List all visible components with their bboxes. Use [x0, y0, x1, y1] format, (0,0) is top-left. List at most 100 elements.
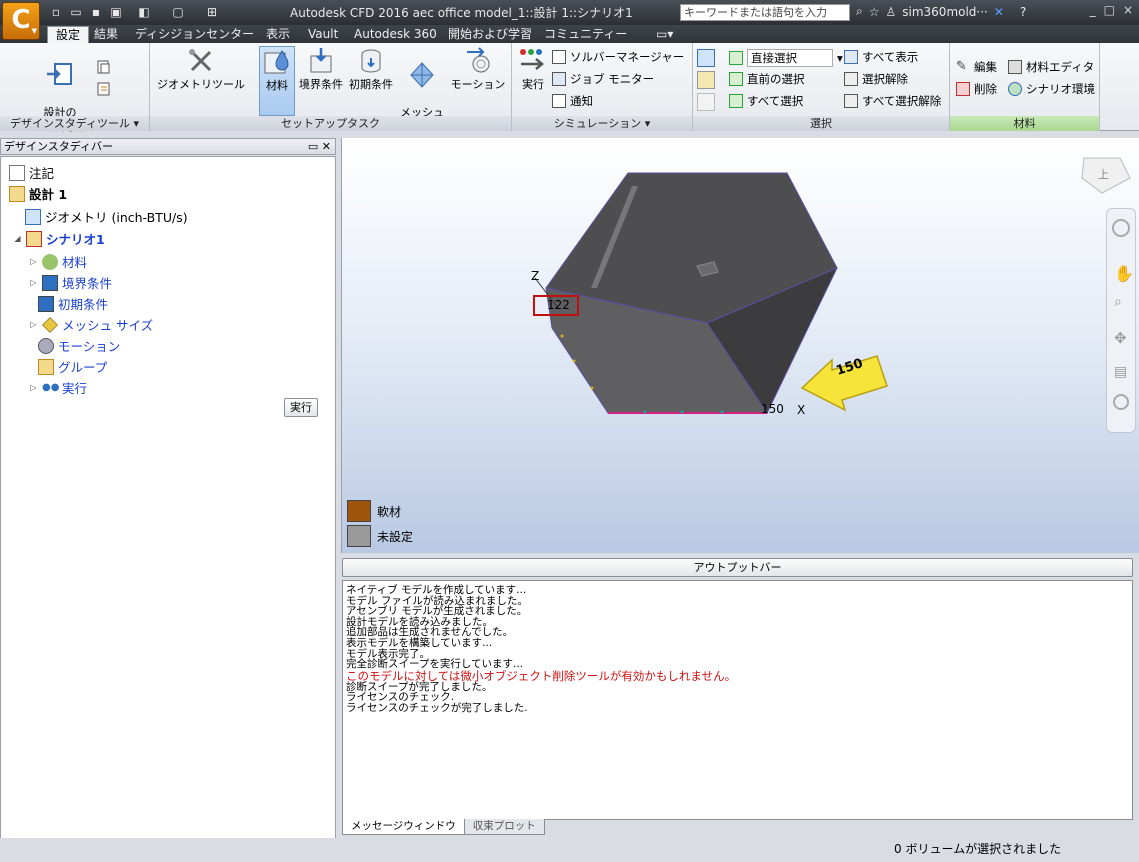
select-volume-icon[interactable]: [697, 49, 715, 67]
tab-autodesk-360[interactable]: Autodesk 360: [346, 26, 445, 43]
material-editor-button[interactable]: 材料エディタ: [1008, 59, 1094, 75]
mesh-icon: [42, 316, 58, 333]
collapse-arrow-icon: ▷: [30, 257, 37, 266]
tab-results[interactable]: 結果: [86, 26, 126, 43]
motion-icon: [467, 47, 490, 73]
zoom-icon[interactable]: ⌕: [1114, 294, 1122, 310]
dimension-z-label: 122: [547, 298, 570, 312]
save-icon[interactable]: ▪: [88, 4, 104, 20]
previous-selection-button[interactable]: 直前の選択: [729, 71, 805, 87]
notify-button[interactable]: 通知: [552, 93, 593, 109]
user-name[interactable]: sim360mold···: [902, 5, 988, 19]
scenario-environment-button[interactable]: シナリオ環境: [1008, 81, 1095, 97]
maximize-icon[interactable]: □: [1104, 3, 1115, 17]
collapse-arrow-icon: ▷: [30, 320, 37, 329]
model-viewport[interactable]: Z 122 150 X 150 上 ✋ ⌕ ✥ ▤ 軟材 未設定: [341, 138, 1139, 553]
float-icon[interactable]: ▭: [308, 140, 318, 153]
panel-title: セットアップタスク: [150, 116, 511, 131]
edit-material-button[interactable]: ✎ 編集: [956, 59, 997, 75]
run-dots-icon: ●●: [42, 381, 60, 393]
tab-convergence-plot[interactable]: 収束プロット: [463, 819, 545, 835]
tree-item-motion[interactable]: モーション: [38, 336, 120, 355]
design-study-bar: 注記 設計 1 ジオメトリ (inch-BTU/s) ◢ シナリオ1 ▷ 材料 ▷ 境…: [0, 156, 336, 862]
import-icon[interactable]: ◧: [136, 4, 152, 20]
tree-item-boundary[interactable]: ▷ 境界条件: [29, 273, 112, 292]
star-icon[interactable]: ☆: [869, 5, 880, 19]
tree-item-notes[interactable]: 注記: [9, 163, 54, 182]
select-surface-icon[interactable]: [697, 71, 715, 89]
tree-item-design[interactable]: 設計 1: [9, 184, 67, 203]
tab-setup[interactable]: 設定: [47, 26, 90, 43]
boundary-conditions-button[interactable]: 境界条件: [296, 46, 346, 92]
output-tabs: メッセージウィンドウ 収束プロット: [342, 819, 545, 835]
selection-mode-dropdown[interactable]: 直接選択 ▾: [729, 49, 843, 67]
tree-item-materials[interactable]: ▷ 材料: [29, 252, 87, 271]
tree-item-geometry[interactable]: ジオメトリ (inch-BTU/s): [25, 207, 188, 226]
design-folder-icon: [9, 185, 25, 202]
solver-manager-icon: [552, 50, 566, 64]
help-icon[interactable]: ?: [1020, 5, 1026, 19]
legend-swatch: [347, 525, 371, 547]
edit-design-icon[interactable]: [96, 81, 112, 97]
orbit-icon[interactable]: ✥: [1114, 329, 1127, 347]
model-canvas[interactable]: [342, 138, 1139, 553]
tree-item-scenario[interactable]: ◢ シナリオ1: [13, 229, 105, 248]
deselect-button[interactable]: 選択解除: [844, 71, 908, 87]
tab-community[interactable]: コミュニティー: [536, 26, 635, 43]
job-monitor-icon: [552, 72, 566, 86]
user-icon[interactable]: ♙: [886, 5, 897, 19]
run-simulation-button[interactable]: 実行: [516, 46, 550, 92]
exchange-icon[interactable]: ✕: [994, 5, 1004, 19]
panel-title: デザインスタディバー: [4, 140, 114, 153]
solver-manager-button[interactable]: ソルバーマネージャー: [552, 49, 684, 65]
delete-material-button[interactable]: 削除: [956, 81, 997, 97]
show-all-button[interactable]: すべて表示: [844, 49, 918, 65]
output-bar-button[interactable]: アウトプットバー: [342, 558, 1133, 577]
close-icon[interactable]: ✕: [322, 140, 331, 153]
select-all-button[interactable]: すべて選択: [729, 93, 803, 109]
panel-title[interactable]: デザインスタディツール ▾: [0, 116, 149, 131]
legend-label: 未設定: [377, 529, 414, 544]
tab-vault[interactable]: Vault: [300, 26, 346, 43]
select-edge-icon[interactable]: [697, 93, 715, 111]
tree-item-groups[interactable]: グループ: [38, 357, 107, 376]
boundary-icon: [42, 274, 58, 291]
copy-design-icon[interactable]: [96, 59, 112, 75]
rewind-icon[interactable]: [1113, 394, 1129, 410]
initial-conditions-button[interactable]: 初期条件: [346, 46, 396, 92]
tab-more-icon[interactable]: ▭▾: [648, 26, 681, 43]
look-icon[interactable]: ▤: [1114, 364, 1127, 380]
display-icon[interactable]: ▢: [170, 4, 186, 20]
job-monitor-button[interactable]: ジョブ モニター: [552, 71, 654, 87]
tab-learning[interactable]: 開始および学習: [440, 26, 540, 43]
materials-button[interactable]: 材料: [259, 46, 295, 116]
binoculars-icon[interactable]: ⌕: [856, 4, 863, 19]
run-button[interactable]: 実行: [284, 398, 318, 417]
panel-title[interactable]: シミュレーション ▾: [512, 116, 692, 131]
viewcube-label: 上: [1098, 168, 1109, 181]
deselect-all-button[interactable]: すべて選択解除: [844, 93, 941, 109]
open-icon[interactable]: ▭: [68, 4, 84, 20]
pan-hand-icon[interactable]: ✋: [1114, 264, 1134, 283]
tree-item-initial[interactable]: 初期条件: [38, 294, 108, 313]
application-menu-button[interactable]: C ▼: [2, 2, 40, 40]
ribbon-tabs: 設定 結果 ディシジョンセンター 表示 Vault Autodesk 360 開…: [0, 25, 1139, 43]
minimize-icon[interactable]: _: [1090, 3, 1096, 17]
chevron-down-icon: ▾: [837, 51, 843, 65]
view-icon[interactable]: ⊞: [204, 4, 220, 20]
panel-design-study-tools: 設計の 追加/更新 デザインスタディツール ▾: [0, 43, 150, 133]
message-window: ネイティブ モデルを作成しています... モデル ファイルが読み込まれました。 …: [342, 580, 1133, 820]
geometry-tools-button[interactable]: ジオメトリツール: [154, 46, 248, 92]
search-input[interactable]: キーワードまたは語句を入力: [680, 4, 850, 21]
tree-item-mesh[interactable]: ▷ メッシュ サイズ: [29, 315, 153, 334]
tree-item-run[interactable]: ▷ ●● 実行: [29, 378, 87, 397]
navigation-bar: ✋ ⌕ ✥ ▤: [1106, 208, 1136, 433]
tab-decision-center[interactable]: ディシジョンセンター: [127, 26, 262, 43]
new-icon[interactable]: ▫: [48, 4, 64, 20]
save-as-icon[interactable]: ▣: [108, 4, 124, 20]
tab-message-window[interactable]: メッセージウィンドウ: [342, 819, 465, 835]
steering-wheel-icon[interactable]: [1112, 219, 1130, 237]
motion-button[interactable]: モーション: [448, 46, 508, 92]
close-icon[interactable]: ×: [1123, 3, 1133, 17]
tab-view[interactable]: 表示: [258, 26, 298, 43]
